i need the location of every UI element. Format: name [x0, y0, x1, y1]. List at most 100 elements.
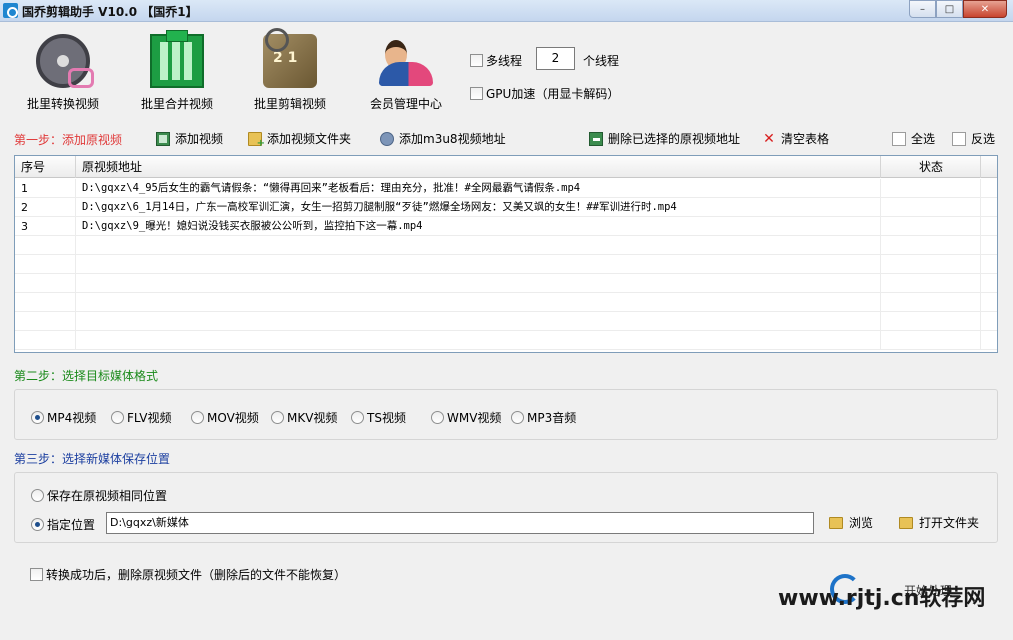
add-video-label: 添加视频	[175, 132, 224, 146]
format-option[interactable]: MP3音频	[511, 409, 576, 426]
format-radio[interactable]	[271, 411, 284, 424]
batch-merge-label: 批里合并视频	[140, 97, 213, 111]
column-status[interactable]: 状态	[881, 156, 981, 178]
table-row[interactable]	[15, 274, 997, 293]
format-radio[interactable]	[31, 411, 44, 424]
clear-table-label: 清空表格	[781, 132, 830, 146]
format-radio[interactable]	[351, 411, 364, 424]
table-row[interactable]	[15, 331, 997, 350]
select-all-label: 全选	[911, 132, 936, 146]
custom-location-radio[interactable]	[31, 518, 44, 531]
format-option[interactable]: MOV视频	[191, 409, 259, 426]
browse-label: 浏览	[849, 516, 874, 530]
watermark: www.rjtj.cn软荐网	[778, 586, 986, 611]
column-index[interactable]: 序号	[15, 156, 76, 178]
format-radio[interactable]	[191, 411, 204, 424]
custom-location-option[interactable]: 指定位置	[31, 516, 95, 533]
batch-cut-label: 批里剪辑视频	[253, 97, 326, 111]
add-m3u8-button[interactable]: 添加m3u8视频地址	[380, 130, 506, 147]
cell-status	[881, 236, 981, 255]
add-video-button[interactable]: 添加视频	[156, 130, 223, 147]
step2-title: 第二步：选择目标媒体格式	[14, 369, 159, 383]
table-row[interactable]	[15, 312, 997, 331]
gpu-option[interactable]: GPU加速（用显卡解码）	[470, 85, 619, 102]
format-option[interactable]: FLV视频	[111, 409, 171, 426]
format-radio[interactable]	[111, 411, 124, 424]
table-row[interactable]: 3 D:\gqxz\9_曝光！媳妇说没钱买衣服被公公听到，监控拍下这一幕.mp4	[15, 217, 997, 236]
add-video-icon	[156, 131, 170, 146]
close-button[interactable]: ✕	[963, 0, 1007, 18]
film-reel-icon	[36, 34, 94, 88]
film-cut-icon	[263, 28, 317, 88]
same-location-option[interactable]: 保存在原视频相同位置	[31, 487, 167, 504]
select-all-button[interactable]: 全选	[892, 130, 935, 147]
cell-status	[881, 198, 981, 217]
open-folder-button[interactable]: 打开文件夹	[899, 514, 979, 531]
multithread-label: 多线程	[486, 54, 523, 68]
cell-index: 3	[15, 217, 76, 236]
add-folder-label: 添加视频文件夹	[267, 132, 352, 146]
member-center-button[interactable]: 会员管理中心	[361, 34, 451, 112]
table-row[interactable]	[15, 255, 997, 274]
batch-convert-label: 批里转换视频	[26, 97, 99, 111]
batch-cut-button[interactable]: 批里剪辑视频	[245, 28, 335, 112]
invert-selection-button[interactable]: 反选	[952, 130, 995, 147]
users-icon	[379, 34, 433, 88]
save-path-input[interactable]: D:\gqxz\新媒体	[106, 512, 814, 534]
cell-path: D:\gqxz\6_1月14日，广东一高校军训汇演，女生一招剪刀腿制服“歹徒”燃…	[76, 198, 881, 217]
add-folder-icon	[248, 131, 265, 149]
column-path[interactable]: 原视频地址	[76, 156, 881, 178]
format-label: TS视频	[367, 411, 406, 425]
cell-status	[881, 255, 981, 274]
window-title: 国乔剪辑助手 V10.0 【国乔1】	[22, 5, 198, 19]
cell-path	[76, 312, 881, 331]
cell-index	[15, 312, 76, 331]
table-row[interactable]	[15, 236, 997, 255]
format-option[interactable]: MP4视频	[31, 409, 96, 426]
delete-selected-button[interactable]: 删除已选择的原视频地址	[589, 130, 740, 147]
format-label: MP4视频	[47, 411, 97, 425]
video-table[interactable]: 序号 原视频地址 状态 1 D:\gqxz\4_95后女生的霸气请假条：“懒得再回…	[14, 155, 998, 353]
format-label: MKV视频	[287, 411, 338, 425]
delete-after-option[interactable]: 转换成功后，删除原视频文件（删除后的文件不能恢复）	[30, 566, 346, 583]
table-row[interactable]	[15, 293, 997, 312]
add-m3u8-label: 添加m3u8视频地址	[399, 132, 506, 146]
format-option[interactable]: MKV视频	[271, 409, 337, 426]
table-header: 序号 原视频地址 状态	[15, 156, 997, 178]
gpu-checkbox[interactable]	[470, 87, 483, 100]
clear-table-button[interactable]: ✕ 清空表格	[762, 130, 829, 147]
format-radio[interactable]	[511, 411, 524, 424]
maximize-button[interactable]: □	[936, 0, 963, 18]
table-row[interactable]: 1 D:\gqxz\4_95后女生的霸气请假条：“懒得再回来”老板看后：理由充分，…	[15, 179, 997, 198]
close-icon: ✕	[763, 130, 775, 147]
multithread-option[interactable]: 多线程	[470, 52, 522, 69]
delete-after-checkbox[interactable]	[30, 568, 43, 581]
format-label: WMV视频	[447, 411, 502, 425]
same-location-label: 保存在原视频相同位置	[47, 489, 168, 503]
delete-icon	[589, 131, 603, 146]
cell-status	[881, 179, 981, 198]
cell-status	[881, 312, 981, 331]
format-option[interactable]: TS视频	[351, 409, 406, 426]
browse-button[interactable]: 浏览	[829, 514, 873, 531]
title-bar: 国乔剪辑助手 V10.0 【国乔1】 – □ ✕	[0, 0, 1013, 22]
invert-icon	[952, 131, 966, 146]
table-row[interactable]: 2 D:\gqxz\6_1月14日，广东一高校军训汇演，女生一招剪刀腿制服“歹徒”…	[15, 198, 997, 217]
thread-count-input[interactable]: 2	[536, 47, 575, 70]
batch-convert-button[interactable]: 批里转换视频	[18, 34, 108, 112]
member-center-label: 会员管理中心	[369, 97, 442, 111]
add-folder-button[interactable]: 添加视频文件夹	[248, 130, 352, 149]
multithread-checkbox[interactable]	[470, 54, 483, 67]
format-radio[interactable]	[431, 411, 444, 424]
delete-after-label: 转换成功后，删除原视频文件（删除后的文件不能恢复）	[46, 568, 347, 582]
same-location-radio[interactable]	[31, 489, 44, 502]
cell-status	[881, 217, 981, 236]
app-icon	[3, 3, 18, 18]
minimize-button[interactable]: –	[909, 0, 936, 18]
cell-path	[76, 274, 881, 293]
cell-index	[15, 236, 76, 255]
cell-path	[76, 255, 881, 274]
batch-merge-button[interactable]: 批里合并视频	[132, 30, 222, 112]
cell-path	[76, 293, 881, 312]
format-option[interactable]: WMV视频	[431, 409, 501, 426]
